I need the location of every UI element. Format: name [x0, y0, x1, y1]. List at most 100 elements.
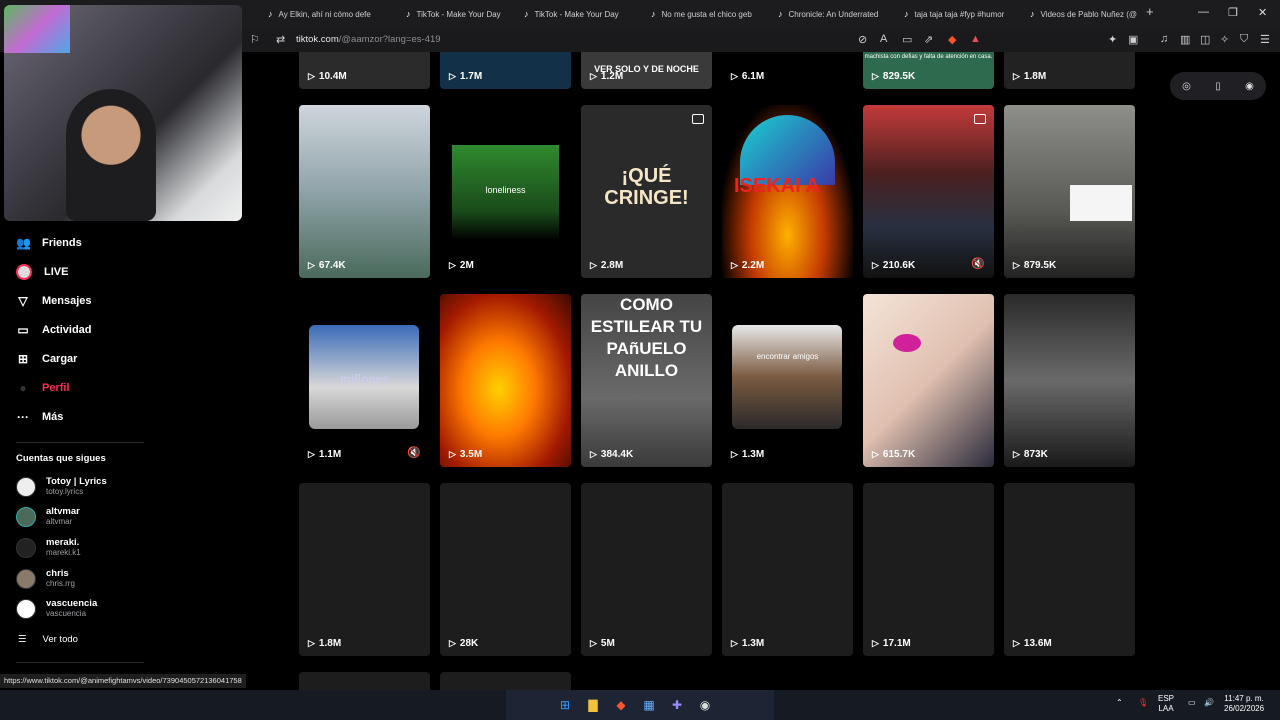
video-card[interactable] [440, 672, 571, 692]
store-icon[interactable]: ▦ [640, 696, 658, 714]
play-icon: ▷ [872, 260, 879, 270]
video-card[interactable]: ▷ 210.6K 🔇 [863, 105, 994, 278]
avatar [16, 538, 36, 558]
cast-icon[interactable]: ⊘ [858, 33, 867, 46]
screenshot-icon[interactable]: ▣ [1128, 33, 1138, 46]
video-card[interactable]: ▷ 615.7K [863, 294, 994, 467]
video-card[interactable]: ▷ 1.8M [299, 483, 430, 656]
new-tab-button[interactable]: + [1146, 4, 1154, 19]
video-card[interactable]: ▷ 1.3M [722, 483, 853, 656]
following-account[interactable]: chris chris.rrg [16, 569, 75, 589]
play-icon: ▷ [872, 449, 879, 459]
device-icon[interactable]: ▯ [1215, 81, 1221, 92]
vpn-icon[interactable]: ⛉ [1240, 33, 1248, 46]
avatar [16, 507, 36, 527]
browser-tab[interactable]: ♪ TikTok - Make Your Day [518, 4, 634, 24]
browser-tab[interactable]: ♪ Ay Elkin, ahí ni cómo defe [262, 4, 378, 24]
video-card[interactable]: ▷ 1.8M [1004, 52, 1135, 89]
video-card[interactable] [299, 672, 430, 692]
url-field[interactable]: tiktok.com/@aamzor?lang=es-419 [296, 34, 441, 45]
video-card[interactable]: VER SOLO Y DE NOCHE ▷ 1.2M [581, 52, 712, 89]
video-card[interactable]: machista con defias y falta de atención … [863, 52, 994, 89]
sidebar-item-messages[interactable]: ▽ Mensajes [16, 292, 91, 310]
obs-icon[interactable]: ◉ [696, 696, 714, 714]
video-card[interactable]: millones ▷ 1.1M 🔇 [299, 294, 430, 467]
video-card[interactable]: ▷ 28K [440, 483, 571, 656]
play-icon: ▷ [872, 71, 879, 81]
rewards-icon[interactable]: ▲ [970, 33, 981, 45]
site-settings-icon[interactable]: ⇄ [276, 33, 285, 46]
menu-icon[interactable]: ☰ [1260, 33, 1270, 46]
wallet-icon[interactable]: ◫ [1200, 33, 1210, 46]
sidebar: 👥 Friends LIVE ▽ Mensajes ▭ Actividad ⊞ Carg… [0, 228, 245, 668]
video-card[interactable]: loneliness ▷ 2M [440, 105, 571, 278]
video-card[interactable]: ISEKAI A ▷ 2.2M [722, 105, 853, 278]
video-card[interactable]: ▷ 1.7M [440, 52, 571, 89]
sidebar-item-activity[interactable]: ▭ Actividad [16, 321, 91, 339]
minimize-icon[interactable]: — [1198, 6, 1209, 18]
browser-tab[interactable]: ♪ TikTok - Make Your Day [400, 4, 516, 24]
network-icon[interactable]: ▭ [1188, 698, 1196, 708]
video-card[interactable]: ▷ 6.1M [722, 52, 853, 89]
video-card[interactable]: ▷ 873K [1004, 294, 1135, 467]
volume-icon[interactable]: 🔊 [1204, 698, 1214, 708]
play-icon: ▷ [1013, 449, 1020, 459]
file-explorer-icon[interactable]: ▇ [584, 696, 602, 714]
bookmark-icon[interactable]: ⚐ [250, 33, 260, 46]
following-account[interactable]: vascuencia vascuencia [16, 599, 97, 619]
clock[interactable]: 11:47 p. m. 26/02/2026 [1224, 694, 1264, 714]
divider [16, 442, 144, 443]
video-card[interactable]: ¡QUÉ CRINGE! ▷ 2.8M [581, 105, 712, 278]
video-card[interactable]: COMO ESTILEAR TU PAñUELO ANILLO ▷ 384.4K [581, 294, 712, 467]
video-card[interactable]: ▷ 17.1M [863, 483, 994, 656]
game-icon[interactable]: ✚ [668, 696, 686, 714]
chevron-up-icon[interactable]: ⌃ [1116, 698, 1123, 708]
sidebar-item-upload[interactable]: ⊞ Cargar [16, 350, 78, 368]
sidebar-item-profile[interactable]: ● Perfil [16, 379, 69, 397]
video-card[interactable]: ▷ 13.6M [1004, 483, 1135, 656]
video-card[interactable]: encontrar amigos ▷ 1.3M [722, 294, 853, 467]
video-card[interactable]: ▷ 879.5K [1004, 105, 1135, 278]
share-icon[interactable]: ⇗ [924, 33, 933, 46]
microphone-icon[interactable]: 🎙 [1138, 698, 1148, 708]
record-icon[interactable]: ◉ [1245, 81, 1254, 92]
close-icon[interactable]: ✕ [1258, 6, 1267, 19]
language-indicator[interactable]: ESP LAA [1158, 694, 1174, 714]
browser-tab[interactable]: ♪ Chronicle: An Underrated [772, 4, 888, 24]
sidebar-icon[interactable]: ▥ [1180, 33, 1190, 46]
activity-icon: ▭ [17, 323, 29, 337]
sidebar-item-live[interactable]: LIVE [16, 263, 68, 281]
following-account[interactable]: Totoy | Lyrics totoy.lyrics [16, 477, 107, 497]
windows-start-icon[interactable]: ⊞ [556, 696, 574, 714]
browser-tab[interactable]: ♪ taja taja taja #fyp #humor [898, 4, 1014, 24]
browser-tab[interactable]: ♪ Videos de Pablo Nuñez (@ [1024, 4, 1140, 24]
list-icon: ☰ [18, 634, 27, 645]
play-icon: ▷ [590, 71, 597, 81]
messages-icon: ▽ [18, 294, 28, 308]
see-all-button[interactable]: ☰ Ver todo [18, 634, 78, 645]
avatar [16, 599, 36, 619]
muted-icon[interactable]: 🔇 [971, 257, 985, 270]
video-card[interactable]: ▷ 3.5M [440, 294, 571, 467]
browser-tab[interactable]: ♪ No me gusta el chico geb [645, 4, 761, 24]
tiktok-icon: ♪ [406, 9, 411, 19]
video-card[interactable]: ▷ 67.4K [299, 105, 430, 278]
extensions-icon[interactable]: ✦ [1108, 33, 1117, 46]
video-card[interactable]: ▷ 5M [581, 483, 712, 656]
video-card[interactable]: ▷ 10.4M [299, 52, 430, 89]
muted-icon[interactable]: 🔇 [407, 446, 421, 459]
following-account[interactable]: meraki. mareki.k1 [16, 538, 81, 558]
brave-shield-icon[interactable]: ◆ [948, 33, 956, 46]
sidebar-item-more[interactable]: ··· Más [16, 408, 63, 426]
compass-icon[interactable]: ◎ [1182, 81, 1191, 92]
translate-icon[interactable]: A [880, 33, 887, 45]
following-account[interactable]: altvmar altvmar [16, 507, 80, 527]
reader-icon[interactable]: ▭ [902, 33, 912, 46]
leo-icon[interactable]: ✧ [1220, 33, 1229, 46]
media-icon[interactable]: ♫ [1160, 33, 1168, 45]
restore-icon[interactable]: ❐ [1228, 6, 1238, 19]
play-icon: ▷ [449, 449, 456, 459]
webcam-overlay [4, 5, 242, 221]
brave-icon[interactable]: ◆ [612, 696, 630, 714]
sidebar-item-friends[interactable]: 👥 Friends [16, 234, 82, 252]
